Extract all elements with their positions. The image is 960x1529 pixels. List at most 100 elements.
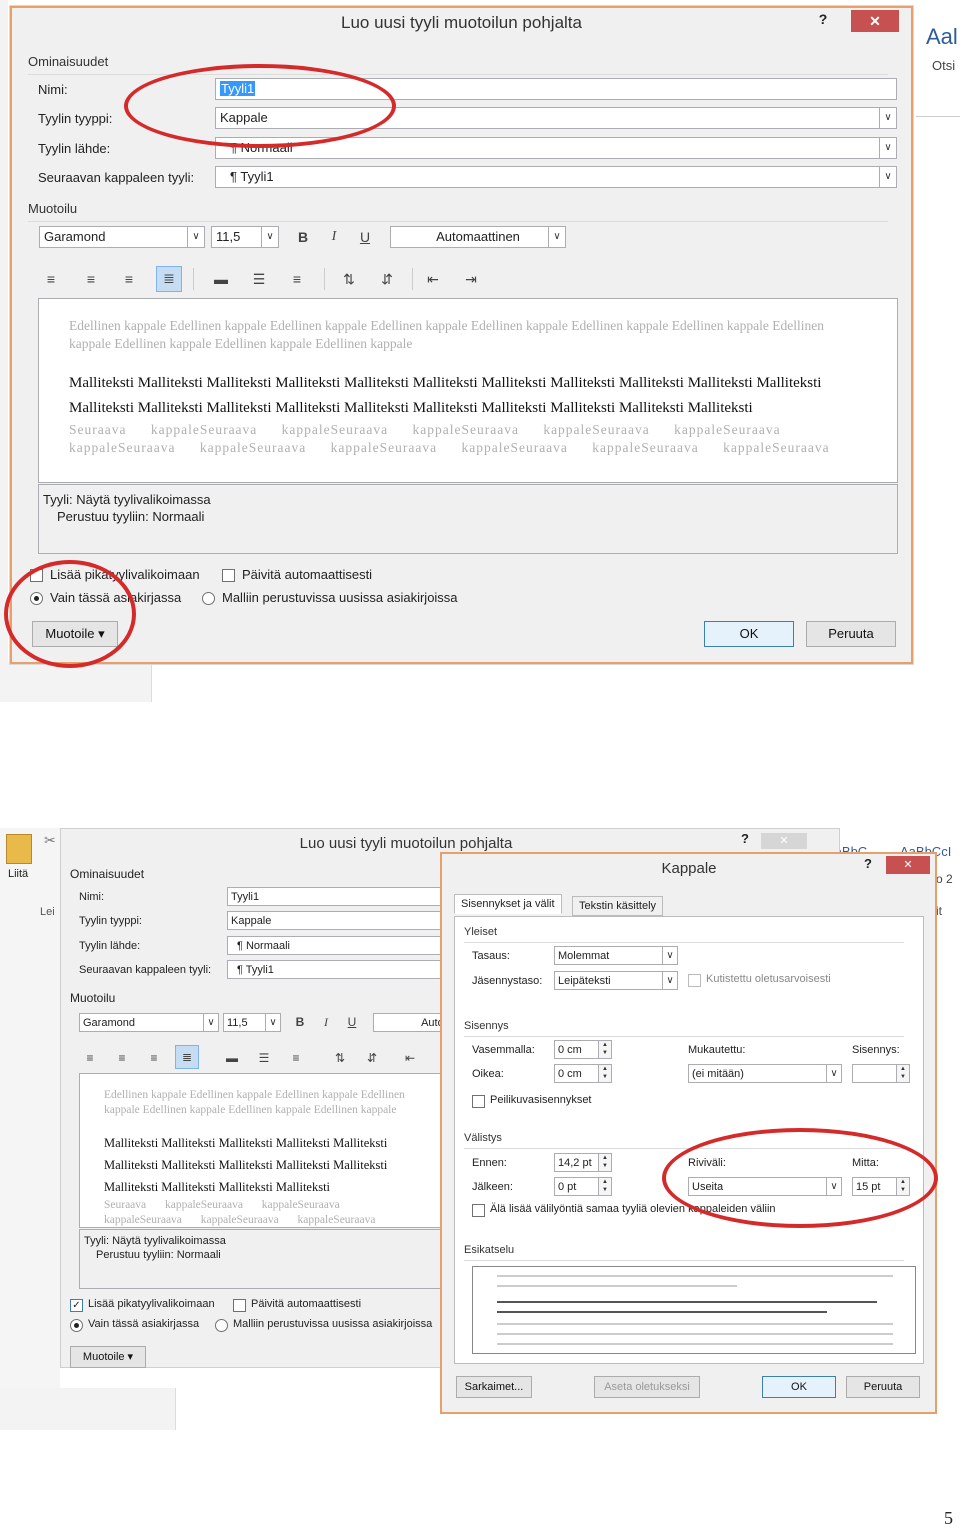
align-right-icon[interactable]: ≡ — [143, 1047, 165, 1069]
outline-level-value: Leipäteksti — [558, 975, 611, 987]
auto-update-label: Päivitä automaattisesti — [242, 567, 373, 582]
auto-update-checkbox[interactable] — [222, 569, 235, 582]
ok-button[interactable]: OK — [762, 1376, 836, 1398]
new-documents-radio[interactable] — [202, 592, 215, 605]
space-after-icon[interactable]: ⇵ — [376, 268, 398, 290]
preview-line — [497, 1323, 893, 1325]
double-spacing-icon[interactable]: ≡ — [286, 268, 308, 290]
underline-button[interactable]: U — [341, 1011, 363, 1033]
cancel-button[interactable]: Peruuta — [846, 1376, 920, 1398]
type-value: Kappale — [231, 915, 272, 927]
collapsed-checkbox[interactable] — [688, 974, 701, 987]
underline-button[interactable]: U — [354, 226, 376, 248]
next-select[interactable]: ¶ Tyyli1 ∨ — [215, 166, 897, 188]
onehalf-spacing-icon[interactable]: ☰ — [248, 268, 270, 290]
align-center-icon[interactable]: ≡ — [80, 268, 102, 290]
type-label: Tyylin tyyppi: — [38, 111, 113, 126]
ok-button[interactable]: OK — [704, 621, 794, 647]
onehalf-spacing-icon[interactable]: ☰ — [253, 1047, 275, 1069]
spinner-icon[interactable]: ▲ ▼ — [896, 1065, 909, 1082]
ribbon-paste-label[interactable]: Liitä — [8, 868, 28, 880]
spinner-icon[interactable]: ▲ ▼ — [598, 1154, 611, 1171]
double-spacing-icon[interactable]: ≡ — [285, 1047, 307, 1069]
set-default-button[interactable]: Aseta oletukseksi — [594, 1376, 700, 1398]
new-documents-radio[interactable] — [215, 1319, 228, 1332]
cancel-button[interactable]: Peruuta — [806, 621, 896, 647]
special-select[interactable]: (ei mitään) ∨ — [688, 1064, 842, 1083]
base-select[interactable]: ¶ Normaali — [227, 936, 457, 955]
single-spacing-icon[interactable]: ▬ — [210, 268, 232, 290]
next-label: Seuraavan kappaleen tyyli: — [38, 170, 195, 185]
type-select[interactable]: Kappale — [227, 911, 457, 930]
bold-button[interactable]: B — [292, 226, 314, 248]
chevron-down-icon: ∨ — [261, 227, 278, 247]
tabs-button[interactable]: Sarkaimet... — [456, 1376, 532, 1398]
only-document-radio[interactable] — [70, 1319, 83, 1332]
size-select[interactable]: 11,5 ∨ — [211, 226, 279, 248]
name-value: Tyyli1 — [231, 891, 260, 903]
base-value: ¶ Normaali — [237, 940, 290, 952]
help-button[interactable]: ? — [741, 831, 749, 846]
single-spacing-icon[interactable]: ▬ — [221, 1047, 243, 1069]
new-documents-label: Malliin perustuvissa uusissa asiakirjois… — [233, 1318, 433, 1330]
tab-line-page-breaks[interactable]: Tekstin käsittely — [572, 896, 664, 916]
description-line-1: Tyyli: Näytä tyylivalikoimassa — [43, 492, 211, 507]
justify-icon[interactable]: ≣ — [156, 266, 182, 292]
dont-add-space-checkbox[interactable] — [472, 1204, 485, 1217]
align-left-icon[interactable]: ≡ — [79, 1047, 101, 1069]
space-after-icon[interactable]: ⇵ — [361, 1047, 383, 1069]
decrease-indent-icon[interactable]: ⇤ — [422, 268, 444, 290]
right-indent-field[interactable]: 0 cm ▲ ▼ — [554, 1064, 612, 1083]
by-field[interactable]: ▲ ▼ — [852, 1064, 910, 1083]
dialog-title: Luo uusi tyyli muotoilun pohjalta — [299, 835, 513, 852]
size-select[interactable]: 11,5 ∨ — [223, 1013, 281, 1032]
toolbar-divider — [412, 268, 413, 290]
align-right-icon[interactable]: ≡ — [118, 268, 140, 290]
spinner-icon[interactable]: ▲ ▼ — [598, 1178, 611, 1195]
color-select[interactable]: Automaattinen ∨ — [390, 226, 566, 248]
space-before-icon[interactable]: ⇅ — [338, 268, 360, 290]
style-preview: Edellinen kappale Edellinen kappale Edel… — [38, 298, 898, 483]
alignment-select[interactable]: Molemmat ∨ — [554, 946, 678, 965]
left-indent-field[interactable]: 0 cm ▲ ▼ — [554, 1040, 612, 1059]
help-button[interactable]: ? — [864, 856, 872, 871]
close-button[interactable]: ✕ — [851, 10, 899, 32]
chevron-down-icon: ∨ — [879, 167, 896, 187]
font-select[interactable]: Garamond ∨ — [39, 226, 205, 248]
tab-indents-spacing[interactable]: Sisennykset ja välit — [454, 894, 562, 914]
bold-button[interactable]: B — [289, 1011, 311, 1033]
next-label: Seuraavan kappaleen tyyli: — [79, 964, 212, 976]
help-button[interactable]: ? — [811, 8, 835, 30]
align-left-icon[interactable]: ≡ — [40, 268, 62, 290]
chevron-down-icon: ∨ — [203, 1014, 218, 1031]
justify-icon[interactable]: ≣ — [175, 1045, 199, 1069]
highlight-oval-format — [4, 560, 136, 668]
next-select[interactable]: ¶ Tyyli1 — [227, 960, 457, 979]
after-field[interactable]: 0 pt ▲ ▼ — [554, 1177, 612, 1196]
description-line-2: Perustuu tyyliin: Normaali — [57, 509, 205, 524]
preview-line — [497, 1285, 737, 1287]
increase-indent-icon[interactable]: ⇥ — [460, 268, 482, 290]
close-button[interactable]: ✕ — [886, 856, 930, 874]
auto-update-checkbox[interactable] — [233, 1299, 246, 1312]
format-menu-button[interactable]: Muotoile ▾ — [70, 1346, 146, 1368]
format-section: Muotoilu — [28, 201, 891, 222]
italic-button[interactable]: I — [323, 226, 345, 248]
spinner-icon[interactable]: ▲ ▼ — [598, 1065, 611, 1082]
spinner-icon[interactable]: ▲ ▼ — [598, 1041, 611, 1058]
outline-level-select[interactable]: Leipäteksti ∨ — [554, 971, 678, 990]
decrease-indent-icon[interactable]: ⇤ — [399, 1047, 421, 1069]
space-before-icon[interactable]: ⇅ — [329, 1047, 351, 1069]
font-value: Garamond — [44, 229, 106, 244]
close-button[interactable]: ✕ — [761, 833, 807, 849]
italic-button[interactable]: I — [315, 1011, 337, 1033]
name-field[interactable]: Tyyli1 — [227, 887, 457, 906]
mirror-checkbox[interactable] — [472, 1095, 485, 1108]
chevron-down-icon: ∨ — [879, 108, 896, 128]
before-field[interactable]: 14,2 pt ▲ ▼ — [554, 1153, 612, 1172]
add-to-gallery-checkbox[interactable]: ✓ — [70, 1299, 83, 1312]
align-center-icon[interactable]: ≡ — [111, 1047, 133, 1069]
cut-icon[interactable]: ✂ — [44, 832, 56, 849]
font-select[interactable]: Garamond ∨ — [79, 1013, 219, 1032]
indentation-group: Sisennys — [464, 1020, 901, 1037]
